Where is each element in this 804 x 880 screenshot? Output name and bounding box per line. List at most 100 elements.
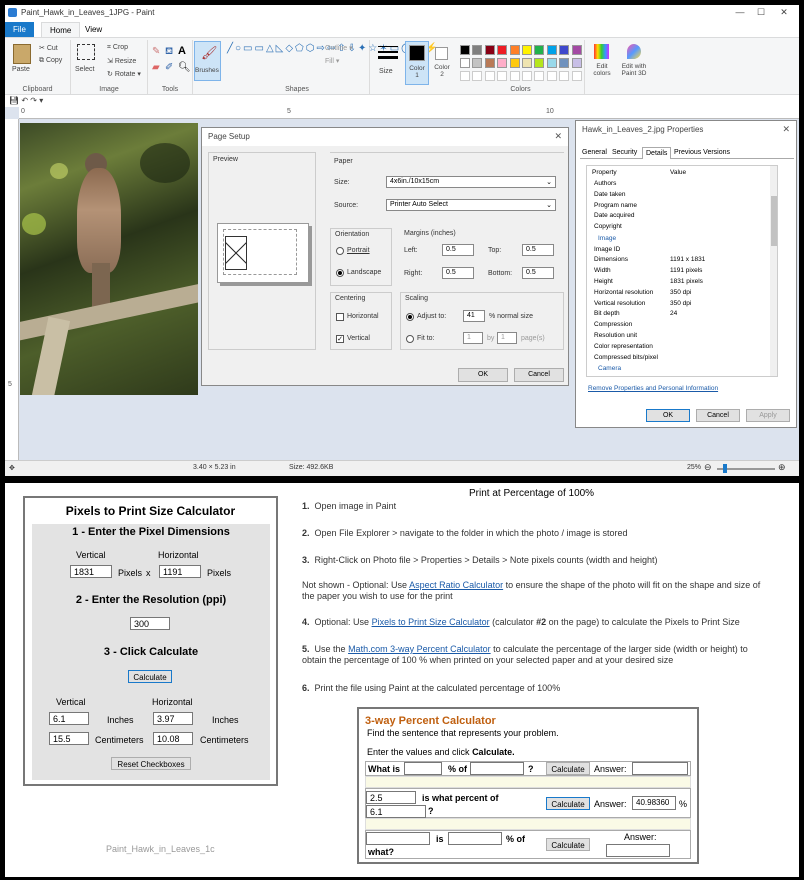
- property-row[interactable]: Compression: [592, 321, 772, 332]
- color-swatch[interactable]: [546, 45, 557, 55]
- text-tool-icon[interactable]: A: [178, 45, 186, 57]
- fit-height-input[interactable]: 1: [497, 332, 517, 344]
- calculate-button[interactable]: Calculate: [128, 670, 172, 683]
- color-swatch[interactable]: [559, 45, 570, 55]
- size-button[interactable]: Size: [373, 41, 403, 81]
- close-button[interactable]: ✕: [777, 7, 791, 19]
- color2-button[interactable]: Color 2: [431, 41, 455, 85]
- properties-cancel-button[interactable]: Cancel: [696, 409, 740, 422]
- row3-input-b[interactable]: [448, 832, 502, 845]
- landscape-radio[interactable]: [336, 269, 344, 277]
- vertical-checkbox[interactable]: ✓: [336, 335, 344, 343]
- color-swatch[interactable]: [534, 58, 545, 68]
- horizontal-pixels-input[interactable]: 1191: [159, 565, 201, 578]
- scrollbar-thumb[interactable]: [771, 196, 777, 246]
- property-row[interactable]: Bit depth 24: [592, 310, 772, 321]
- property-row[interactable]: Date acquired: [592, 212, 772, 223]
- properties-list[interactable]: Property Value Authors Date taken Program …: [586, 165, 778, 377]
- paste-icon[interactable]: [13, 44, 31, 64]
- properties-scrollbar[interactable]: [770, 166, 777, 376]
- vertical-pixels-input[interactable]: 1831: [70, 565, 112, 578]
- cut-button[interactable]: ✂ Cut: [39, 44, 58, 52]
- color-swatch[interactable]: [522, 58, 532, 68]
- tab-details[interactable]: Details: [642, 147, 672, 159]
- custom-color-swatch[interactable]: [484, 71, 495, 81]
- color-swatch[interactable]: [460, 45, 470, 55]
- percent-calculator-link[interactable]: Math.com 3-way Percent Calculator: [348, 644, 491, 654]
- magnifier-icon[interactable]: 🔍︎: [178, 62, 191, 73]
- remove-properties-link[interactable]: Remove Properties and Personal Informati…: [588, 385, 718, 392]
- page-setup-close-icon[interactable]: ✕: [554, 131, 562, 142]
- color-swatch[interactable]: [534, 45, 545, 55]
- property-row[interactable]: Compressed bits/pixel: [592, 354, 772, 365]
- pixels-calculator-link[interactable]: Pixels to Print Size Calculator: [372, 617, 490, 627]
- properties-apply-button[interactable]: Apply: [746, 409, 790, 422]
- custom-color-swatch[interactable]: [534, 71, 545, 81]
- aspect-ratio-link[interactable]: Aspect Ratio Calculator: [409, 580, 503, 590]
- color-swatch[interactable]: [522, 45, 532, 55]
- outline-button[interactable]: Outline ▾: [325, 44, 353, 52]
- property-row[interactable]: Height 1831 pixels: [592, 278, 772, 289]
- adjust-radio[interactable]: [406, 313, 414, 321]
- adjust-input[interactable]: 41: [463, 310, 485, 322]
- color-swatch[interactable]: [509, 58, 520, 68]
- left-margin-input[interactable]: 0.5: [442, 244, 474, 256]
- row2-input-b[interactable]: 6.1: [366, 805, 426, 818]
- properties-close-icon[interactable]: ✕: [782, 124, 790, 135]
- page-setup-cancel-button[interactable]: Cancel: [514, 368, 564, 382]
- horizontal-inches-output[interactable]: 3.97: [153, 712, 193, 725]
- row3-calculate-button[interactable]: Calculate: [546, 838, 590, 851]
- property-row[interactable]: Vertical resolution 350 dpi: [592, 300, 772, 311]
- color-swatch[interactable]: [484, 58, 495, 68]
- property-row[interactable]: Color representation: [592, 343, 772, 354]
- color-palette[interactable]: [457, 42, 585, 81]
- properties-ok-button[interactable]: OK: [646, 409, 690, 422]
- reset-checkboxes-button[interactable]: Reset Checkboxes: [111, 757, 191, 770]
- custom-color-swatch[interactable]: [571, 71, 582, 81]
- top-margin-input[interactable]: 0.5: [522, 244, 554, 256]
- property-row[interactable]: Width 1191 pixels: [592, 267, 772, 278]
- vertical-cm-output[interactable]: 15.5: [49, 732, 89, 745]
- tab-view[interactable]: View: [77, 22, 110, 37]
- row3-input-a[interactable]: [366, 832, 430, 845]
- row2-calculate-button[interactable]: Calculate: [546, 797, 590, 810]
- custom-color-swatch[interactable]: [472, 71, 483, 81]
- fit-radio[interactable]: [406, 335, 414, 343]
- property-row[interactable]: Copyright: [592, 223, 772, 234]
- row3-answer[interactable]: [606, 844, 670, 857]
- fill-bucket-icon[interactable]: ⛾: [165, 46, 173, 59]
- custom-color-swatch[interactable]: [559, 71, 570, 81]
- fit-width-input[interactable]: 1: [463, 332, 483, 344]
- horizontal-checkbox[interactable]: [336, 313, 344, 321]
- tab-general[interactable]: General: [582, 149, 607, 156]
- ppi-input[interactable]: 300: [130, 617, 170, 630]
- color1-button[interactable]: Color 1: [405, 41, 429, 85]
- property-row[interactable]: Image ID: [592, 246, 772, 257]
- property-row[interactable]: Horizontal resolution 350 dpi: [592, 289, 772, 300]
- custom-color-swatch[interactable]: [509, 71, 520, 81]
- row1-answer[interactable]: [632, 762, 688, 775]
- color-swatch[interactable]: [559, 58, 570, 68]
- property-row[interactable]: Authors: [592, 180, 772, 191]
- color-swatch[interactable]: [571, 45, 582, 55]
- zoom-slider-thumb[interactable]: [723, 464, 727, 473]
- hawk-photo[interactable]: [20, 123, 198, 395]
- fill-button[interactable]: Fill ▾: [325, 57, 339, 65]
- crop-button[interactable]: ⌗ Crop: [107, 44, 128, 52]
- custom-color-swatch[interactable]: [522, 71, 532, 81]
- custom-color-swatch[interactable]: [497, 71, 508, 81]
- minimize-button[interactable]: —: [733, 7, 747, 19]
- row1-input-a[interactable]: [404, 762, 442, 775]
- brushes-button[interactable]: 🖌︎ Brushes: [194, 41, 221, 81]
- copy-button[interactable]: ⧉ Copy: [39, 57, 62, 65]
- custom-color-swatch[interactable]: [460, 71, 470, 81]
- row2-answer[interactable]: 40.98360: [632, 796, 676, 810]
- portrait-radio[interactable]: [336, 247, 344, 255]
- tab-previous-versions[interactable]: Previous Versions: [674, 149, 730, 156]
- rotate-button[interactable]: ↻ Rotate ▾: [107, 70, 141, 78]
- color-swatch[interactable]: [472, 45, 483, 55]
- color-swatch[interactable]: [484, 45, 495, 55]
- page-setup-ok-button[interactable]: OK: [458, 368, 508, 382]
- horizontal-cm-output[interactable]: 10.08: [153, 732, 193, 745]
- color-swatch[interactable]: [460, 58, 470, 68]
